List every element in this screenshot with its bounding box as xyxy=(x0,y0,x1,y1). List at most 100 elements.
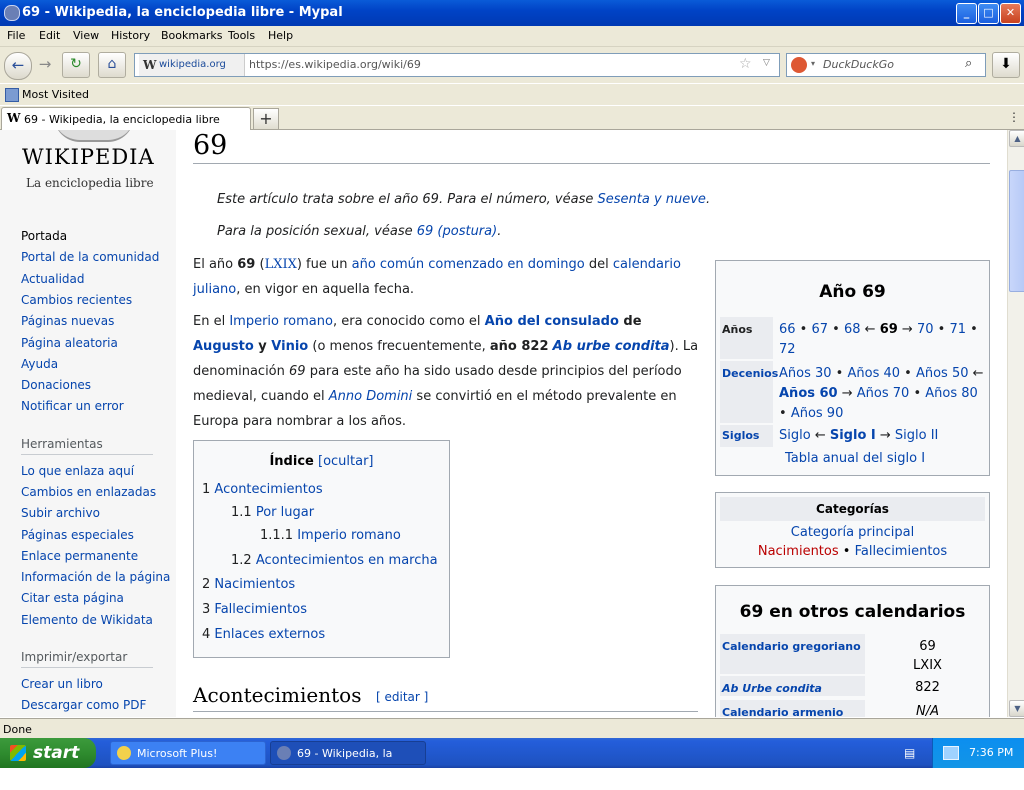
network-icon[interactable] xyxy=(943,746,959,760)
sidebar-heading-imprimir[interactable]: Imprimir/exportar xyxy=(21,650,127,664)
sidebar-item-lo-que-enlaza[interactable]: Lo que enlaza aquí xyxy=(21,464,134,478)
sidebar-item-crear-libro[interactable]: Crear un libro xyxy=(21,677,103,691)
sidebar-item-descargar-pdf[interactable]: Descargar como PDF xyxy=(21,698,146,712)
toc-item[interactable]: 1.2 Acontecimientos en marcha xyxy=(231,553,438,568)
taskbar-item-microsoft-plus[interactable]: Microsoft Plus! xyxy=(110,741,266,765)
tab-list-icon[interactable]: ⋮⋮ xyxy=(1008,110,1024,124)
menu-file[interactable]: File xyxy=(7,29,25,42)
link-sesenta-y-nueve[interactable]: Sesenta y nueve xyxy=(597,192,705,207)
toc-item[interactable]: 3 Fallecimientos xyxy=(202,602,307,617)
toc-item[interactable]: 1 Acontecimientos xyxy=(202,482,323,497)
menu-tools[interactable]: Tools xyxy=(228,29,255,42)
toc-item[interactable]: 1.1.1 Imperio romano xyxy=(260,528,401,543)
link-categoria-principal[interactable]: Categoría principal xyxy=(716,525,989,540)
link-year[interactable]: 66 xyxy=(779,322,796,337)
link-current-decade[interactable]: Años 60 xyxy=(779,386,838,401)
minimize-button[interactable]: _ xyxy=(956,3,977,24)
link-century[interactable]: Siglo xyxy=(779,428,811,443)
link-ano-comun[interactable]: año común comenzado en domingo xyxy=(352,257,585,272)
calendar-label-ab-urbe-condita[interactable]: Ab Urbe condita xyxy=(722,682,822,695)
link-year[interactable]: 72 xyxy=(779,342,796,357)
toc-item[interactable]: 1.1 Por lugar xyxy=(231,505,314,520)
link-century[interactable]: Siglo II xyxy=(895,428,938,443)
scroll-down-arrow-icon[interactable]: ▼ xyxy=(1009,700,1024,717)
sidebar-item-informacion-pagina[interactable]: Información de la página xyxy=(21,570,170,584)
sidebar-item-subir-archivo[interactable]: Subir archivo xyxy=(21,506,100,520)
clock[interactable]: 7:36 PM xyxy=(969,746,1013,759)
link-year[interactable]: 71 xyxy=(949,322,966,337)
close-button[interactable]: ✕ xyxy=(1000,3,1021,24)
url-dropdown-icon[interactable]: ▽ xyxy=(763,58,770,68)
sidebar-item-citar-pagina[interactable]: Citar esta página xyxy=(21,591,124,605)
new-tab-button[interactable]: + xyxy=(253,108,279,130)
link-decade[interactable]: Años 90 xyxy=(791,406,844,421)
link-decade[interactable]: Años 30 xyxy=(779,366,832,381)
search-engine-dropdown-icon[interactable]: ▾ xyxy=(811,59,815,68)
link-year[interactable]: 67 xyxy=(811,322,828,337)
calendar-label-gregoriano[interactable]: Calendario gregoriano xyxy=(722,640,861,653)
link-tabla-anual[interactable]: Tabla anual del siglo I xyxy=(785,449,991,469)
site-identity-button[interactable]: W wikipedia.org xyxy=(139,54,245,76)
link-current-century[interactable]: Siglo I xyxy=(830,428,876,443)
forward-button[interactable]: → xyxy=(32,52,58,78)
link-decade[interactable]: Años 70 xyxy=(857,386,910,401)
sidebar-item-ayuda[interactable]: Ayuda xyxy=(21,357,58,371)
wikipedia-globe-logo-icon[interactable] xyxy=(54,130,134,142)
link-anno-domini[interactable]: Anno Domini xyxy=(329,389,413,404)
scroll-up-arrow-icon[interactable]: ▲ xyxy=(1009,130,1024,147)
tab-wikipedia-69[interactable]: W 69 - Wikipedia, la enciclopedia libre xyxy=(1,107,251,130)
duckduckgo-icon[interactable] xyxy=(791,57,807,73)
infobox-label-siglos[interactable]: Siglos xyxy=(722,429,759,442)
menu-bookmarks[interactable]: Bookmarks xyxy=(161,29,222,42)
window-titlebar[interactable]: 69 - Wikipedia, la enciclopedia libre - … xyxy=(0,0,1024,26)
sidebar-item-portal-comunidad[interactable]: Portal de la comunidad xyxy=(21,250,159,264)
back-button[interactable]: ← xyxy=(4,52,32,80)
link-ano-consulado[interactable]: Año del consulado xyxy=(485,314,619,329)
sidebar-item-portada[interactable]: Portada xyxy=(21,229,67,243)
start-button[interactable]: start xyxy=(0,738,96,768)
sidebar-heading-herramientas[interactable]: Herramientas xyxy=(21,437,103,451)
link-decade[interactable]: Años 40 xyxy=(847,366,900,381)
sidebar-item-paginas-especiales[interactable]: Páginas especiales xyxy=(21,528,134,542)
keyboard-icon[interactable]: ▤ xyxy=(904,746,915,760)
most-visited-bookmark[interactable]: Most Visited xyxy=(22,88,89,101)
link-augusto[interactable]: Augusto xyxy=(193,339,254,354)
sidebar-item-notificar-error[interactable]: Notificar un error xyxy=(21,399,124,413)
menu-history[interactable]: History xyxy=(111,29,150,42)
link-ab-urbe-condita[interactable]: Ab urbe condita xyxy=(553,339,670,354)
home-button[interactable]: ⌂ xyxy=(98,52,126,78)
sidebar-item-actualidad[interactable]: Actualidad xyxy=(21,272,85,286)
sidebar-item-paginas-nuevas[interactable]: Páginas nuevas xyxy=(21,314,114,328)
menu-view[interactable]: View xyxy=(73,29,99,42)
link-imperio-romano[interactable]: Imperio romano xyxy=(229,314,333,329)
bookmark-star-icon[interactable]: ☆ xyxy=(739,56,752,72)
link-year[interactable]: 70 xyxy=(917,322,934,337)
sidebar-item-donaciones[interactable]: Donaciones xyxy=(21,378,91,392)
downloads-button[interactable]: ⬇ xyxy=(992,52,1020,78)
link-lxix[interactable]: LXIX xyxy=(265,257,297,272)
link-vinio[interactable]: Vinio xyxy=(271,339,308,354)
link-decade[interactable]: Años 80 xyxy=(925,386,978,401)
sidebar-item-pagina-aleatoria[interactable]: Página aleatoria xyxy=(21,336,118,350)
url-text[interactable]: https://es.wikipedia.org/wiki/69 xyxy=(249,58,421,71)
search-bar[interactable]: ▾ DuckDuckGo ⌕ xyxy=(786,53,986,77)
sidebar-item-cambios-recientes[interactable]: Cambios recientes xyxy=(21,293,132,307)
toc-hide-toggle[interactable]: [ocultar] xyxy=(318,454,374,469)
maximize-button[interactable]: □ xyxy=(978,3,999,24)
toc-item[interactable]: 4 Enlaces externos xyxy=(202,627,325,642)
taskbar-item-mypal[interactable]: 69 - Wikipedia, la enci... xyxy=(270,741,426,784)
link-decade[interactable]: Años 50 xyxy=(916,366,969,381)
link-year[interactable]: 68 xyxy=(844,322,861,337)
search-icon[interactable]: ⌕ xyxy=(965,56,972,71)
scrollbar-thumb[interactable] xyxy=(1009,170,1024,292)
sidebar-item-elemento-wikidata[interactable]: Elemento de Wikidata xyxy=(21,613,153,627)
infobox-label-decenios[interactable]: Decenios xyxy=(722,367,778,380)
sidebar-item-enlace-permanente[interactable]: Enlace permanente xyxy=(21,549,138,563)
link-nacimientos[interactable]: Nacimientos xyxy=(758,544,839,559)
link-fallecimientos[interactable]: Fallecimientos xyxy=(855,544,948,559)
calendar-label-armenio[interactable]: Calendario armenio xyxy=(722,706,843,717)
toc-item[interactable]: 2 Nacimientos xyxy=(202,577,295,592)
menu-edit[interactable]: Edit xyxy=(39,29,60,42)
reload-button[interactable]: ↻ xyxy=(62,52,90,78)
url-bar[interactable]: W wikipedia.org https://es.wikipedia.org… xyxy=(134,53,780,77)
